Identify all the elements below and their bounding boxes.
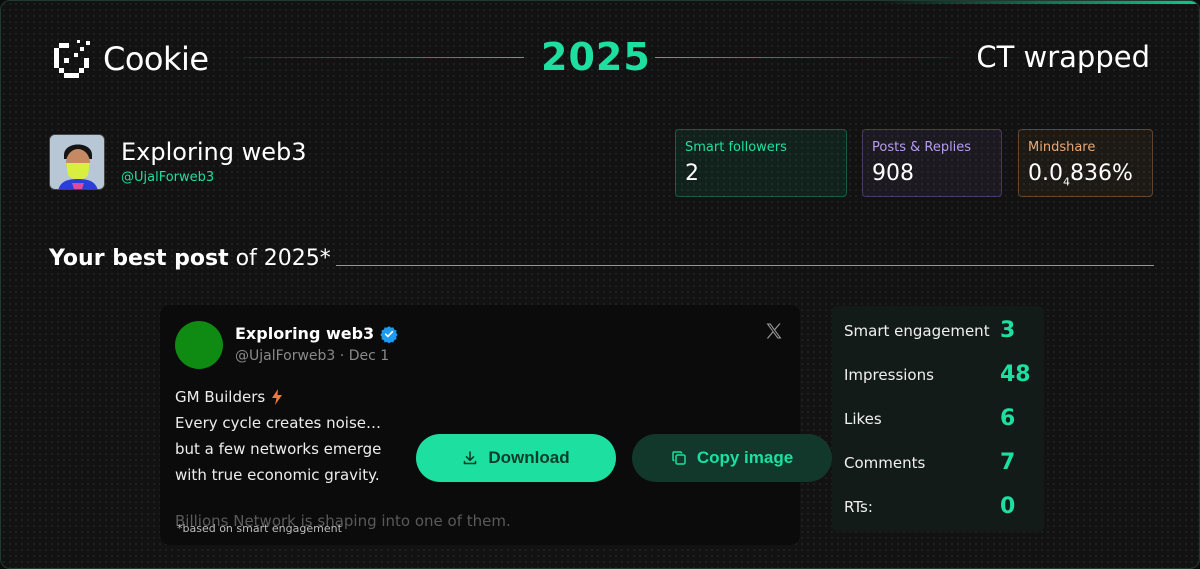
wrapped-title: CT wrapped (976, 40, 1150, 74)
metric-label: Likes (844, 409, 882, 428)
tweet-line-2: Every cycle creates noise… (175, 414, 382, 432)
logo-text: Cookie (103, 40, 209, 78)
copy-image-button-label: Copy image (696, 448, 794, 467)
year-title: 2025 (541, 35, 651, 79)
tweet-author: Exploring web3 (235, 324, 398, 343)
tweet-meta: @UjalForweb3 · Dec 1 (235, 348, 390, 364)
copy-image-button[interactable]: Copy image (632, 434, 832, 482)
tweet-line-4: with true economic gravity. (175, 466, 380, 484)
x-logo-icon[interactable] (764, 321, 784, 341)
mindshare-subscript: 4 (1063, 175, 1070, 189)
tweet-author-name: Exploring web3 (235, 324, 375, 343)
tweet-line-1: GM Builders (175, 384, 381, 410)
best-post-title-bold: Your best post (49, 246, 229, 271)
tweet-line-text: GM Builders (175, 388, 266, 406)
best-post-title-rest: of 2025* (228, 246, 331, 271)
corner-glow (879, 1, 1199, 4)
metric-row: Comments 7 (844, 450, 1034, 475)
stat-value: 2 (685, 161, 699, 186)
metric-row: RTs: 0 (844, 494, 1034, 519)
metric-value: 6 (1000, 406, 1016, 431)
best-post-card: Exploring web3 @UjalForweb3 · Dec 1 GM B… (160, 305, 800, 545)
tweet-avatar (175, 321, 223, 369)
metric-row: Smart engagement 3 (844, 318, 1034, 343)
metric-label: RTs: (844, 497, 873, 516)
download-icon (464, 451, 477, 465)
header-divider-left (244, 57, 524, 58)
footnote: *based on smart engagement (177, 522, 342, 535)
download-button-label: Download (488, 448, 570, 467)
ct-wrapped-card: Cookie 2025 CT wrapped Exploring web3 @U… (0, 0, 1200, 569)
stat-posts-replies: Posts & Replies 908 (862, 129, 1002, 197)
best-post-divider (336, 265, 1154, 266)
stat-label: Mindshare (1028, 140, 1096, 155)
metric-label: Comments (844, 453, 926, 472)
metric-value: 0 (1000, 494, 1016, 519)
stat-value: 908 (872, 161, 914, 186)
best-post-title: Your best post of 2025* (49, 246, 331, 271)
profile-name: Exploring web3 (121, 138, 307, 166)
stat-label: Smart followers (685, 140, 787, 155)
download-button[interactable]: Download (416, 434, 616, 482)
metric-row: Impressions 48 (844, 362, 1034, 387)
metric-row: Likes 6 (844, 406, 1034, 431)
lightning-bolt-icon (272, 389, 283, 405)
mindshare-main: 0.0 (1028, 161, 1063, 186)
metric-label: Smart engagement (844, 321, 990, 340)
avatar-portrait-icon (50, 135, 104, 189)
cookie-logo-icon (54, 40, 90, 78)
engagement-metrics-panel: Smart engagement 3 Impressions 48 Likes … (832, 306, 1044, 532)
metric-value: 7 (1000, 450, 1016, 475)
verified-badge-icon (380, 325, 398, 343)
stat-value: 0.04836% (1028, 161, 1143, 188)
metric-label: Impressions (844, 365, 934, 384)
metric-value: 3 (1000, 318, 1016, 343)
copy-icon (672, 451, 686, 465)
header-divider-right (655, 57, 951, 58)
stat-label: Posts & Replies (872, 140, 972, 155)
stat-mindshare: Mindshare 0.04836% (1018, 129, 1153, 197)
profile-handle: @UjalForweb3 (121, 170, 215, 185)
stat-smart-followers: Smart followers 2 (675, 129, 847, 197)
mindshare-rest: 836% (1070, 161, 1133, 186)
cookie-logo: Cookie (49, 37, 209, 81)
tweet-body: GM Builders Every cycle creates noise… b… (175, 384, 381, 488)
tweet-line-3: but a few networks emerge (175, 440, 382, 458)
profile-avatar (49, 134, 105, 190)
metric-value: 48 (1000, 362, 1031, 387)
